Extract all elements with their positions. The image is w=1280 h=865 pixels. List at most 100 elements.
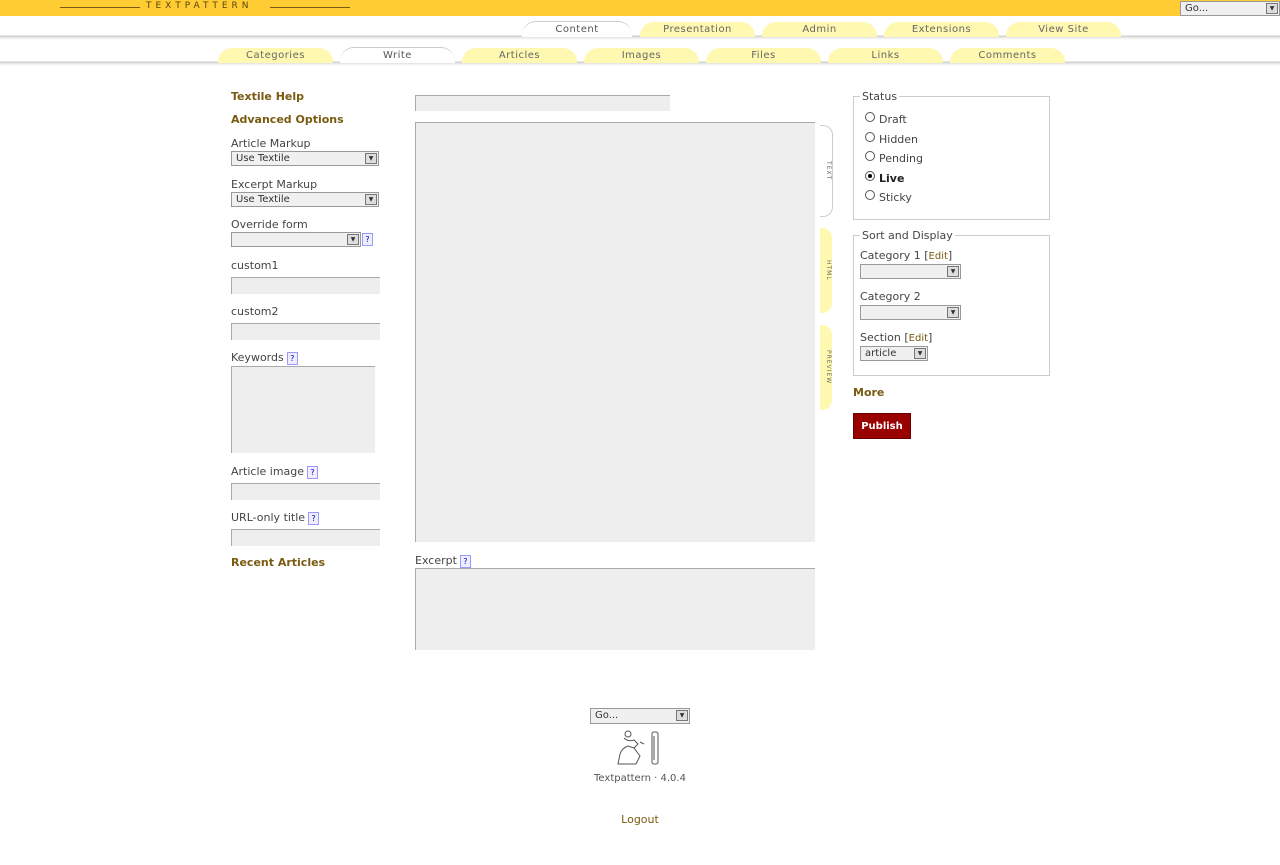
chevron-down-icon: ▼ [914, 348, 926, 359]
secondary-tab-bar: Categories Write Articles Images Files L… [0, 40, 1280, 66]
sort-display-legend: Sort and Display [860, 229, 955, 242]
chevron-down-icon: ▼ [947, 307, 959, 318]
custom1-input[interactable] [231, 277, 380, 294]
radio-icon [865, 112, 875, 122]
article-image-label: Article image? [231, 465, 319, 479]
tab-comments[interactable]: Comments [950, 48, 1065, 63]
section-label-text: Section [860, 331, 901, 344]
excerpt-markup-select[interactable]: Use Textile ▼ [231, 192, 379, 207]
top-go-select[interactable]: Go... ▼ [1180, 1, 1280, 16]
logout-link[interactable]: Logout [600, 813, 680, 826]
status-radio-live[interactable]: Live [865, 171, 904, 185]
chevron-down-icon: ▼ [947, 266, 959, 277]
article-image-input[interactable] [231, 483, 380, 500]
view-tab-preview-label: PREVIEW [825, 350, 832, 385]
category1-label-text: Category 1 [860, 249, 921, 262]
url-title-label: URL-only title? [231, 511, 320, 525]
radio-icon [865, 190, 875, 200]
status-radio-pending[interactable]: Pending [865, 151, 923, 165]
section-label: Section [Edit] [860, 331, 933, 344]
tab-articles[interactable]: Articles [462, 48, 577, 63]
chevron-down-icon: ▼ [365, 194, 377, 205]
view-tab-text-label: TEXT [825, 161, 832, 181]
logo-rule [270, 7, 350, 8]
advanced-options-toggle[interactable]: Advanced Options [231, 113, 344, 126]
status-radio-hidden[interactable]: Hidden [865, 132, 918, 146]
status-radio-label: Live [879, 172, 905, 185]
body-textarea[interactable] [415, 122, 815, 542]
footer-go-select[interactable]: Go... ▼ [590, 708, 690, 724]
tab-files[interactable]: Files [706, 48, 821, 63]
tab-content[interactable]: Content [522, 21, 632, 37]
tab-presentation[interactable]: Presentation [640, 22, 755, 37]
radio-icon [865, 132, 875, 142]
excerpt-help-icon[interactable]: ? [459, 554, 471, 568]
sort-display-fieldset: Sort and Display Category 1 [Edit] ▼ Cat… [853, 229, 1050, 376]
footer-go-value: Go... [595, 710, 619, 721]
brand-logo: Textpattern [146, 1, 253, 11]
radio-checked-icon [865, 171, 875, 181]
tab-links[interactable]: Links [828, 48, 943, 63]
url-title-input[interactable] [231, 529, 380, 546]
category1-select[interactable]: ▼ [860, 264, 961, 279]
status-radio-sticky[interactable]: Sticky [865, 190, 912, 204]
tab-write[interactable]: Write [340, 47, 455, 63]
article-markup-select[interactable]: Use Textile ▼ [231, 151, 379, 166]
tab-extensions[interactable]: Extensions [884, 22, 999, 37]
status-fieldset: Status Draft Hidden Pending Live Sticky [853, 90, 1050, 220]
category1-label: Category 1 [Edit] [860, 249, 953, 262]
more-toggle[interactable]: More [853, 386, 884, 399]
category2-label: Category 2 [860, 290, 921, 303]
article-markup-label: Article Markup [231, 137, 311, 150]
article-image-label-text: Article image [231, 465, 305, 478]
view-tab-html-label: HTML [825, 260, 832, 281]
footer-version: Textpattern · 4.0.4 [594, 773, 686, 784]
article-image-help-icon[interactable]: ? [307, 465, 319, 479]
override-form-help-icon[interactable]: ? [362, 233, 373, 246]
excerpt-markup-value: Use Textile [236, 194, 290, 205]
excerpt-label: Excerpt? [415, 554, 471, 568]
article-markup-value: Use Textile [236, 153, 290, 164]
status-radio-label: Pending [879, 152, 923, 165]
override-form-label: Override form [231, 218, 308, 231]
textpattern-mascot-icon [617, 730, 659, 765]
tab-images[interactable]: Images [584, 48, 699, 63]
recent-articles-heading[interactable]: Recent Articles [231, 556, 325, 569]
view-tab-html[interactable]: HTML [820, 228, 832, 313]
status-radio-label: Sticky [879, 191, 912, 204]
status-radio-label: Hidden [879, 133, 919, 146]
logo-rule [60, 7, 140, 8]
category2-select[interactable]: ▼ [860, 305, 961, 320]
excerpt-markup-label: Excerpt Markup [231, 178, 318, 191]
keywords-help-icon[interactable]: ? [286, 351, 298, 365]
chevron-down-icon: ▼ [1266, 3, 1278, 14]
keywords-label: Keywords? [231, 351, 298, 365]
keywords-textarea[interactable] [231, 366, 375, 453]
url-title-help-icon[interactable]: ? [308, 511, 320, 525]
custom2-input[interactable] [231, 323, 380, 340]
tab-categories[interactable]: Categories [218, 48, 333, 63]
category1-edit-link[interactable]: Edit [929, 251, 948, 262]
section-select[interactable]: article ▼ [860, 346, 928, 361]
chevron-down-icon: ▼ [676, 710, 688, 721]
chevron-down-icon: ▼ [347, 234, 359, 245]
chevron-down-icon: ▼ [365, 153, 377, 164]
excerpt-textarea[interactable] [415, 568, 815, 650]
status-radio-draft[interactable]: Draft [865, 112, 907, 126]
section-edit-link[interactable]: Edit [909, 333, 928, 344]
status-legend: Status [860, 90, 900, 103]
view-tab-preview[interactable]: PREVIEW [820, 325, 832, 410]
section-value: article [865, 348, 897, 359]
override-form-select[interactable]: ▼ [231, 232, 361, 247]
tab-view-site[interactable]: View Site [1006, 22, 1121, 37]
view-tab-text[interactable]: TEXT [820, 125, 833, 217]
excerpt-label-text: Excerpt [415, 554, 457, 567]
custom1-label: custom1 [231, 259, 279, 272]
tab-admin[interactable]: Admin [762, 22, 877, 37]
title-input[interactable] [415, 95, 670, 111]
keywords-label-text: Keywords [231, 351, 284, 364]
radio-icon [865, 151, 875, 161]
primary-tab-bar: Content Presentation Admin Extensions Vi… [0, 16, 1280, 40]
publish-button[interactable]: Publish [853, 413, 911, 439]
textile-help-link[interactable]: Textile Help [231, 90, 304, 103]
